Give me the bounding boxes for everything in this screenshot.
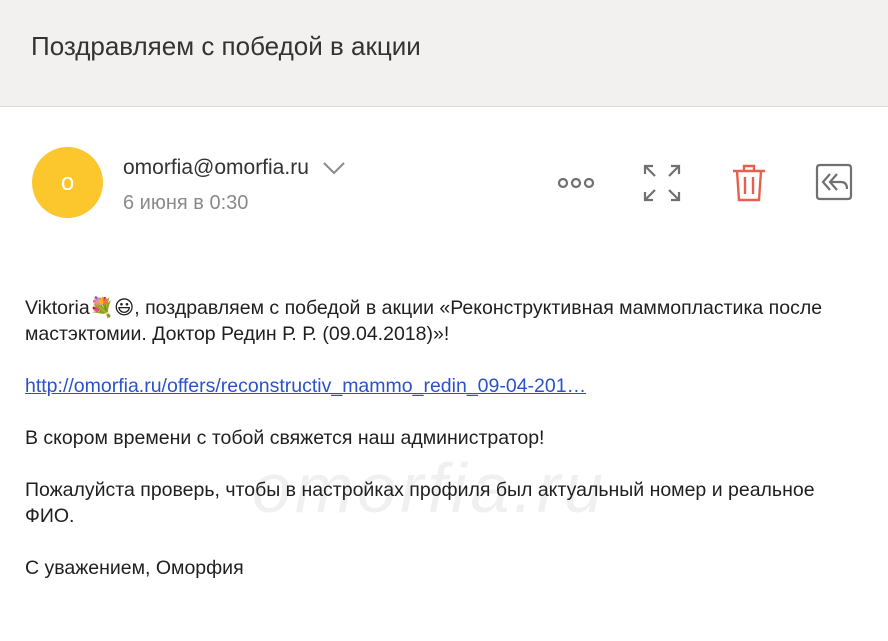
sender-address[interactable]: omorfia@omorfia.ru: [123, 156, 309, 180]
sender-row: omorfia@omorfia.ru: [123, 156, 345, 180]
reply-all-icon: [815, 163, 853, 201]
greeting-name: Viktoria: [25, 297, 90, 319]
link-paragraph: http://omorfia.ru/offers/reconstructiv_m…: [25, 373, 865, 399]
mail-header: Поздравляем с победой в акции: [0, 0, 888, 107]
offer-link[interactable]: http://omorfia.ru/offers/reconstructiv_m…: [25, 375, 586, 397]
profile-paragraph: Пожалуйста проверь, чтобы в настройках п…: [25, 479, 815, 527]
trash-icon: [733, 164, 765, 202]
congrats-text: , поздравляем с победой в акции «Реконст…: [25, 297, 823, 345]
email-subject: Поздравляем с победой в акции: [31, 31, 421, 61]
message-date: 6 июня в 0:30: [123, 192, 249, 214]
signature: С уважением, Оморфия: [25, 557, 244, 579]
expand-button[interactable]: [642, 163, 682, 203]
sender-avatar[interactable]: о: [32, 147, 103, 218]
more-dots-icon: [557, 177, 595, 189]
more-actions-button[interactable]: [556, 170, 596, 196]
emoji-bouquet-smile: 💐😃: [89, 296, 135, 319]
expand-icon: [643, 164, 681, 202]
avatar-letter: о: [60, 168, 75, 196]
admin-paragraph: В скором времени с тобой свяжется наш ад…: [25, 427, 545, 449]
delete-button[interactable]: [730, 163, 768, 203]
reply-all-button[interactable]: [814, 162, 854, 202]
chevron-down-icon[interactable]: [323, 161, 345, 175]
message-body: Viktoria💐😃, поздравляем с победой в акци…: [25, 295, 865, 581]
greeting-paragraph: Viktoria💐😃, поздравляем с победой в акци…: [25, 295, 865, 347]
